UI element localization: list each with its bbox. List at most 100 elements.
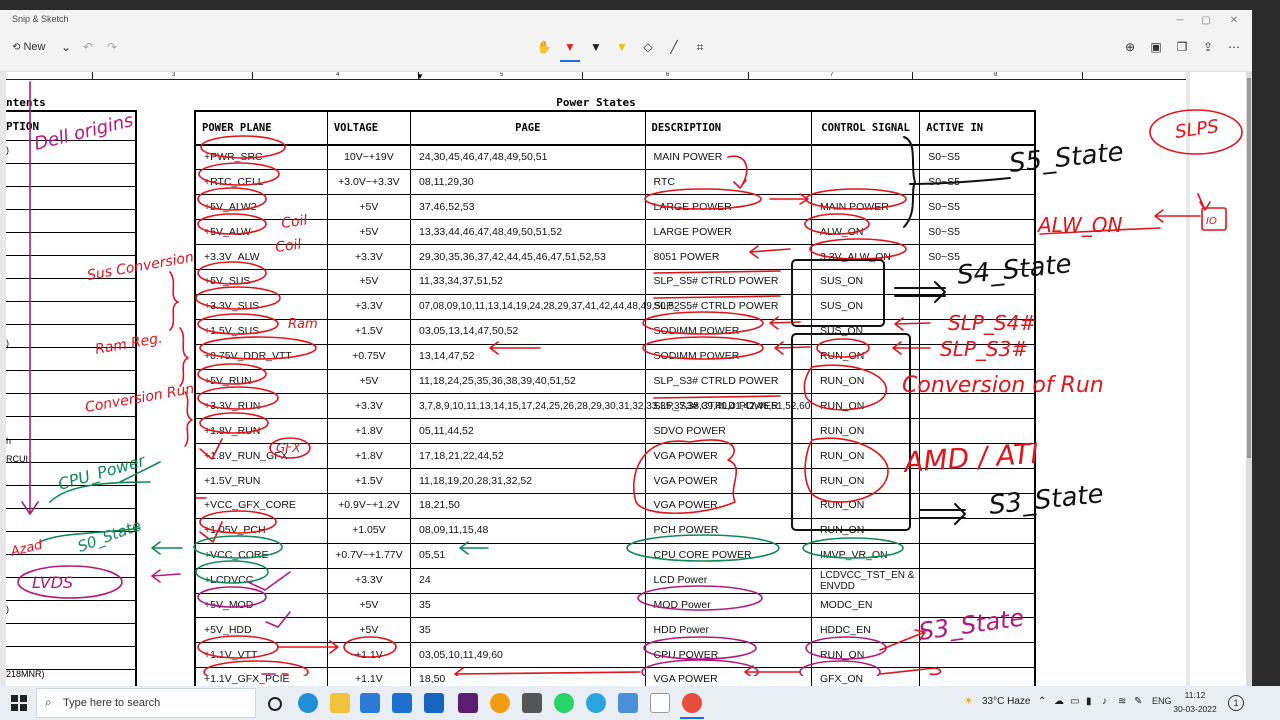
voltage-cell: +5V [326,617,412,643]
control-signal-cell: RUN_ON [810,468,921,494]
voltage-cell: +1.8V [326,443,412,469]
power-plane-cell: +1.1V_VTT [194,642,328,668]
file-explorer-icon[interactable] [330,693,350,713]
control-signal-cell: RUN_ON [810,368,921,394]
left-row-line [6,255,135,256]
voltage-cell: 10V~+19V [326,144,412,170]
scrollbar-thumb[interactable] [1247,78,1251,458]
ballpoint-pen-icon[interactable]: ▼ [558,35,582,59]
page-cell: 03,05,10,11,49,60 [410,642,646,668]
close-icon[interactable]: ✕ [1226,13,1242,29]
voltage-cell: +0.7V~+1.77V [326,542,412,569]
highlighter-icon[interactable]: ▼ [610,35,634,59]
chevron-up-icon[interactable]: ⌃ [1038,696,1046,707]
weather-text[interactable]: 33°C Haze [982,696,1030,707]
copy-icon[interactable]: ❐ [1170,35,1194,59]
voltage-cell: +3.3V [326,393,412,419]
page-cell: 17,18,21,22,44,52 [410,443,646,469]
weather-icon[interactable]: ☀ [964,696,973,707]
network-icon[interactable]: ▭ [1070,696,1079,707]
pencil-icon[interactable]: ▼ [584,35,608,59]
zoom-icon[interactable]: ⊕ [1118,35,1142,59]
page-cell: 37,46,52,53 [410,194,646,220]
table-row: +LCDVCC +3.3V 24 LCD Power LCDVCC_TST_EN & E… [194,567,1036,594]
chevron-down-icon[interactable]: ⌄ [54,35,78,59]
left-row-line [6,232,135,233]
ruler-number: 3 [172,72,176,78]
crop-icon[interactable]: ⌗ [688,35,712,59]
left-cell: RCUI [6,454,28,464]
description-cell: PCH POWER [644,517,812,544]
description-cell: VGA POWER [644,468,812,494]
control-signal-cell: RUN_ON [810,343,921,370]
ruler-number: 8 [994,72,998,78]
power-plane-cell: +1.8V_RUN [194,418,328,444]
left-row-line [6,347,135,348]
edge-browser-icon[interactable] [298,693,318,713]
voltage-cell: +1.8V [326,418,412,444]
snip-canvas[interactable]: 3 4 5 6 7 8 ▼ ntents PTION)) h RCUI) … [0,72,1252,686]
snip-sketch-taskbar-icon[interactable] [682,693,702,713]
control-signal-cell: RUN_ON [810,492,921,519]
ruler-marker-icon: ▼ [416,72,424,81]
new-button[interactable]: ⟲ New [12,35,56,59]
pen-workspace-icon[interactable]: ✎ [1134,696,1142,707]
power-states-table: POWER PLANE VOLTAGE PAGE DESCRIPTION CON… [194,110,1036,686]
left-row-line [6,485,135,486]
battery-icon[interactable]: ▮ [1086,696,1092,707]
redo-icon[interactable]: ↷ [100,35,124,59]
description-cell: SLP_S3# CTRLD POWER [644,368,812,394]
windows-start-icon[interactable] [8,692,30,714]
more-icon[interactable]: ⋯ [1222,35,1246,59]
taskbar-clock[interactable]: 11:12 30-03-2022 [1172,688,1218,716]
description-cell: LCD Power [644,567,812,594]
whatsapp-icon[interactable] [554,693,574,713]
wifi-icon[interactable]: ≋ [1118,696,1126,707]
pen-app-icon[interactable] [618,693,638,713]
active-in-cell [919,468,1036,494]
table-row: +5V_ALW +5V 13,33,44,46,47,48,49,50,51,52 L… [194,219,1036,245]
description-cell: CPU CORE POWER [644,542,812,569]
ruler-number: 4 [336,72,340,78]
active-in-cell: S0~S5 [919,169,1036,195]
power-plane-cell: +5V_RUN [194,368,328,394]
store-icon[interactable] [360,693,380,713]
camera-icon[interactable] [522,693,542,713]
left-row-line [6,531,135,532]
search-app-icon[interactable] [490,693,510,713]
undo-icon[interactable]: ↶ [76,35,100,59]
description-cell: RTC [644,169,812,195]
left-cell: ) [6,145,9,155]
eraser-icon[interactable]: ◇ [636,35,660,59]
share-icon[interactable]: ⇪ [1196,35,1220,59]
control-signal-cell: SUS_ON [810,318,921,345]
notification-icon[interactable]: 1 [1228,695,1244,711]
mail-icon[interactable] [424,693,444,713]
save-icon[interactable]: ▣ [1144,35,1168,59]
left-row-line [6,278,135,279]
table-row: +3.3V_RUN +3.3V 3,7,8,9,10,11,13,14,15,17,… [194,393,1036,419]
ruler-icon[interactable]: ╱ [662,35,686,59]
column-header: CONTROL SIGNAL [810,110,921,146]
language-indicator[interactable]: ENG [1152,696,1172,706]
telegram-icon[interactable] [586,693,606,713]
description-cell: SLP_S5# CTRLD POWER [644,268,812,295]
touch-writing-icon[interactable]: ✋ [532,35,556,59]
cloud-icon[interactable]: ☁ [1054,696,1064,707]
page-cell: 18,50 [410,667,646,686]
premiere-icon[interactable] [458,693,478,713]
volume-icon[interactable]: ♪ [1102,696,1107,707]
minimize-icon[interactable]: ─ [1172,13,1188,29]
word-icon[interactable] [392,693,412,713]
page-title: Power States [556,96,636,109]
schematic-page: 3 4 5 6 7 8 ▼ ntents PTION)) h RCUI) … [6,72,1186,686]
maximize-icon[interactable]: ▢ [1198,13,1214,29]
table-row: +1.5V_RUN +1.5V 11,18,19,20,28,31,32,52 VGA… [194,468,1036,494]
notepad-icon[interactable] [650,693,670,713]
ruler-tick [748,72,749,80]
taskbar-search-box[interactable]: ⌕ Type here to search [36,688,256,718]
vertical-scrollbar[interactable] [1246,72,1252,686]
task-view-icon[interactable] [268,697,282,711]
table-header-row: POWER PLANE VOLTAGE PAGE DESCRIPTION CON… [194,110,1036,146]
active-in-cell [919,642,1036,668]
